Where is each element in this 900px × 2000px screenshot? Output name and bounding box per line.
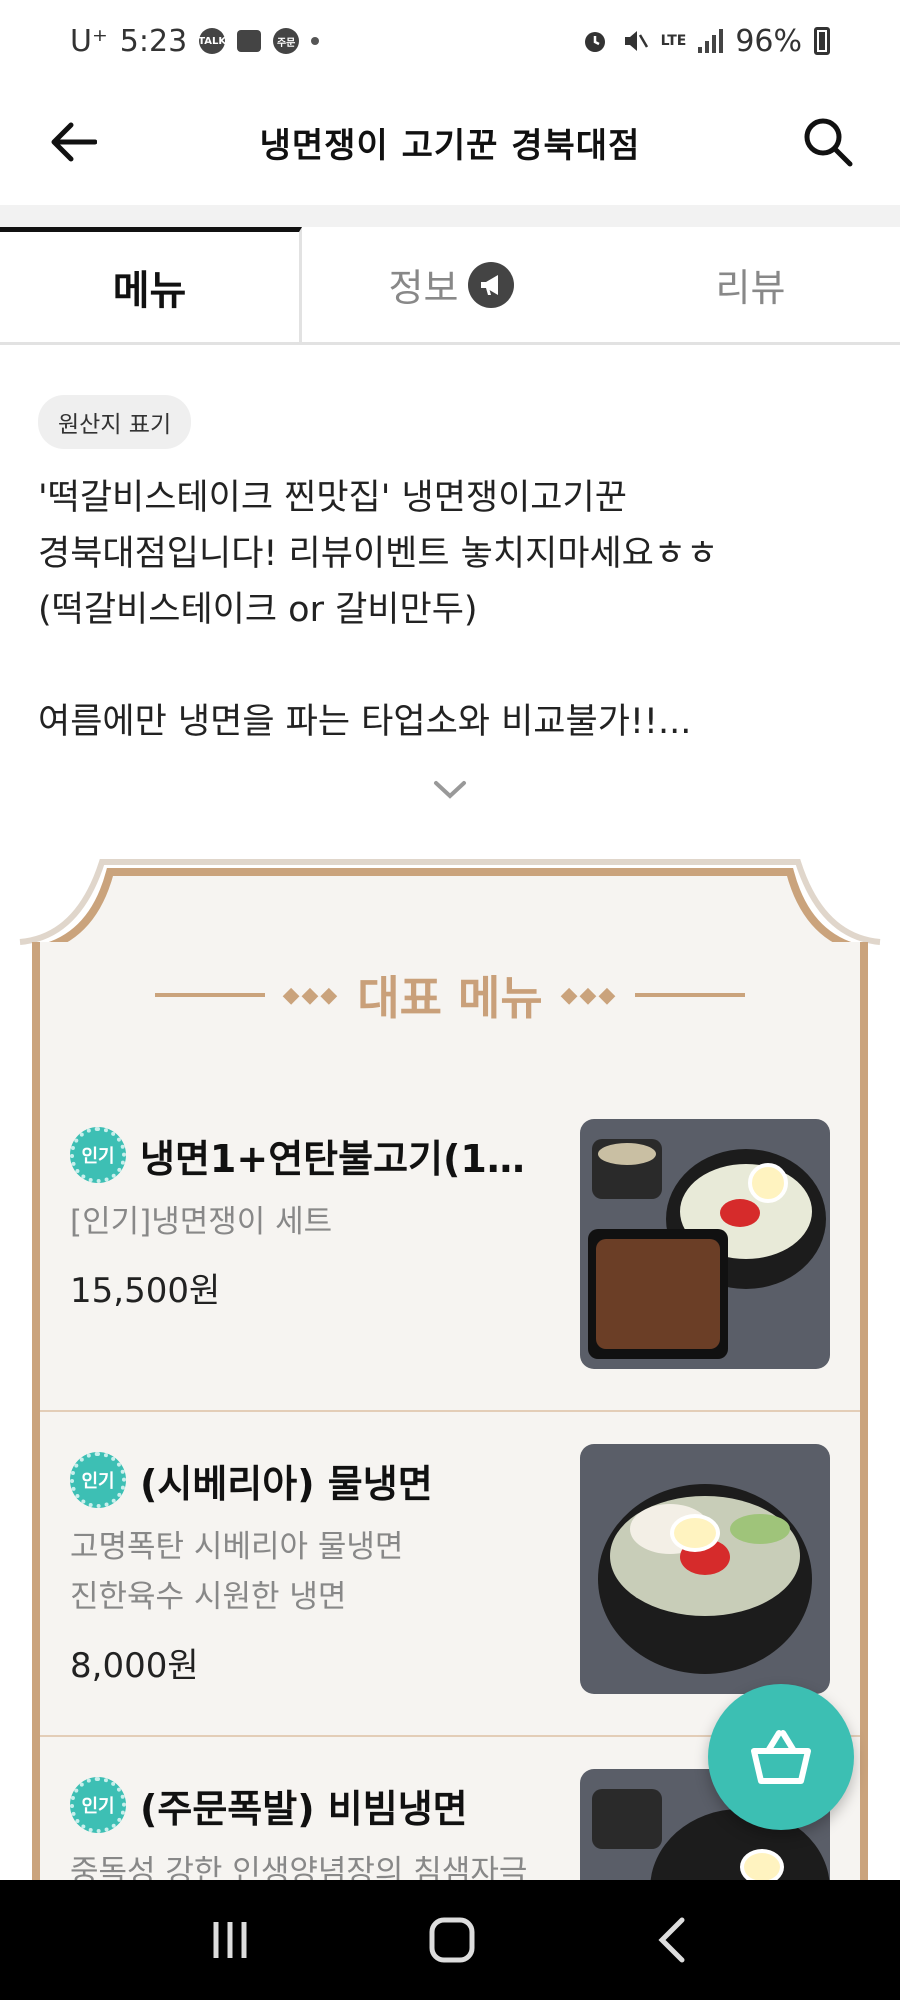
arrow-left-icon [51,122,97,162]
menu-item-name: (주문폭발) 비빔냉면 [140,1786,468,1831]
title-line-right [635,993,746,997]
status-bar: U⁺ 5:23 TALK 주문 LTE 96% [0,0,900,82]
menu-item-desc: 고명폭탄 시베리아 물냉면 진한육수 시원한 냉면 [70,1529,404,1615]
menu-item-text: 인기 (주문폭발) 비빔냉면 중독성 강한 인생양념장의 침샘자극 [70,1777,550,1897]
card-title-row: ◆◆◆ 대표 메뉴 ◆◆◆ [18,962,882,1028]
menu-item-text: 인기 (시베리아) 물냉면 고명폭탄 시베리아 물냉면 진한육수 시원한 냉면 … [70,1452,550,1687]
soup-cup [592,1789,662,1849]
alarm-icon [584,32,605,52]
menu-name-row: 인기 (주문폭발) 비빔냉면 [70,1777,550,1833]
menu-item-name: 냉면1+연탄불고기(15... [140,1136,550,1181]
search-icon [804,118,853,167]
status-right: LTE 96% [581,24,830,59]
system-back-icon[interactable] [652,1915,692,1965]
cucumber-topping [730,1514,790,1544]
featured-menu-card: ◆◆◆ 대표 메뉴 ◆◆◆ 인기 냉면1+연탄불고기(15... [인기]냉면쟁… [18,842,882,2000]
recent-apps-icon[interactable] [208,1918,252,1962]
menu-item-name: (시베리아) 물냉면 [140,1461,433,1506]
battery-percent: 96% [735,23,802,59]
talk-icon: TALK [198,28,226,54]
battery-icon [814,27,830,55]
cart-button[interactable] [708,1684,854,1830]
diamond-ornament-right-icon: ◆◆◆ [560,982,618,1008]
featured-title: 대표 메뉴 [357,971,543,1025]
tab-menu[interactable]: 메뉴 [0,227,302,342]
egg [748,1163,788,1203]
menu-item[interactable]: 인기 냉면1+연탄불고기(15... [인기]냉면쟁이 세트 15,500원 [40,1087,860,1412]
chevron-down-icon [434,781,466,799]
menu-item-price: 8,000원 [70,1646,199,1686]
popular-badge: 인기 [70,1452,126,1508]
origin-chip[interactable]: 원산지 표기 [38,395,192,449]
mute-icon [624,31,648,51]
menu-name-row: 인기 (시베리아) 물냉면 [70,1452,550,1508]
egg [670,1514,720,1552]
signal-icon [698,29,724,53]
menu-name-row: 인기 냉면1+연탄불고기(15... [70,1127,550,1183]
back-button[interactable] [44,112,104,172]
menu-item-text: 인기 냉면1+연탄불고기(15... [인기]냉면쟁이 세트 15,500원 [70,1127,550,1312]
megaphone-icon [468,261,515,308]
page-title: 냉면쟁이 고기꾼 경북대점 [259,125,641,166]
tab-review-label: 리뷰 [715,266,786,310]
order-icon: 주문 [273,28,300,54]
popular-badge: 인기 [70,1127,126,1183]
more-notifications-icon [311,37,320,45]
home-icon[interactable] [427,1915,477,1965]
bulgogi-meat [596,1239,720,1349]
carrier-label: U⁺ [70,23,108,59]
expand-button[interactable] [430,775,470,805]
tab-info-label: 정보 [388,266,459,310]
basket-icon [751,1730,811,1784]
tab-bar: 메뉴 정보 리뷰 [0,227,900,345]
chili-sauce [720,1199,760,1227]
diamond-ornament-left-icon: ◆◆◆ [282,982,340,1008]
system-nav-bar [0,1880,900,2000]
menu-item-photo[interactable] [580,1444,830,1694]
broth [598,1143,656,1165]
gallery-icon [237,30,262,52]
status-left: U⁺ 5:23 TALK 주문 [70,23,320,59]
store-intro-text: '떡갈비스테이크 찐맛집' 냉면쟁이고기꾼 경북대점입니다! 리뷰이벤트 놓치지… [38,478,719,742]
network-label: LTE [660,33,687,49]
tab-menu-label: 메뉴 [112,268,187,314]
featured-menu-list: 인기 냉면1+연탄불고기(15... [인기]냉면쟁이 세트 15,500원 인… [40,1087,860,2000]
status-time: 5:23 [119,23,188,59]
title-line-left [154,993,265,997]
menu-item[interactable]: 인기 (시베리아) 물냉면 고명폭탄 시베리아 물냉면 진한육수 시원한 냉면 … [40,1412,860,1737]
popular-badge: 인기 [70,1777,126,1833]
menu-item-price: 15,500원 [70,1271,221,1311]
section-divider [0,205,900,227]
search-button[interactable] [796,110,860,174]
app-bar: 냉면쟁이 고기꾼 경북대점 [0,82,900,202]
tab-info[interactable]: 정보 [302,227,601,342]
menu-item-desc: [인기]냉면쟁이 세트 [70,1204,333,1240]
menu-item-photo[interactable] [580,1119,830,1369]
tab-review[interactable]: 리뷰 [601,227,900,342]
